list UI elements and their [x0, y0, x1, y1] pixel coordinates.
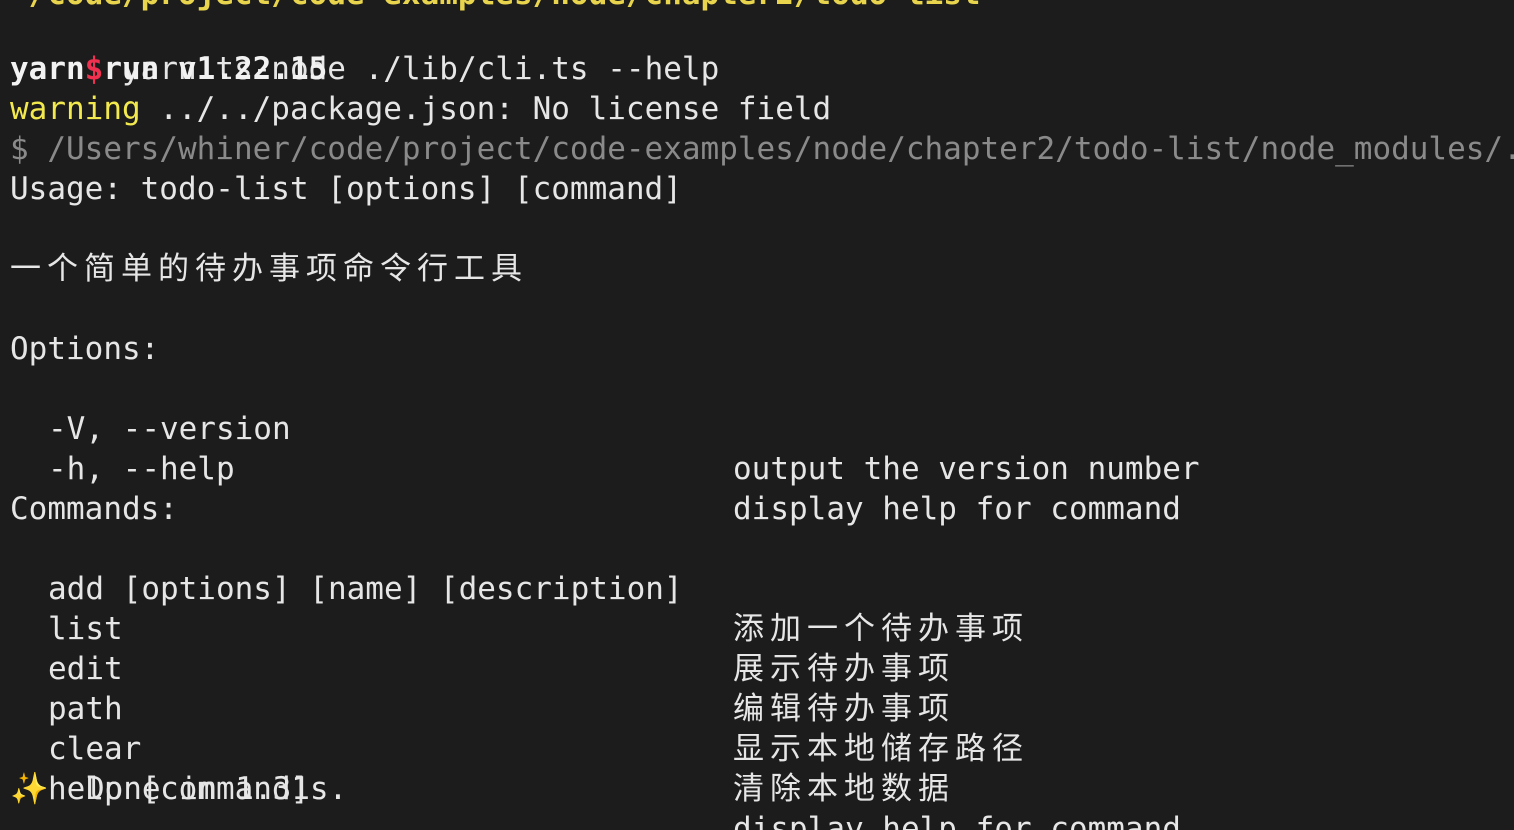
command-row: add [options] [name] [description] 添加一个待… [0, 529, 1514, 647]
command-row: clear 清除本地数据 [0, 689, 1514, 807]
sparkle-icon: ✨ [10, 771, 49, 807]
command-row: path 显示本地储存路径 [0, 649, 1514, 767]
warning-text: ../../package.json: No license field [140, 91, 832, 127]
warning-line: warning ../../package.json: No license f… [10, 89, 831, 129]
usage-line: Usage: todo-list [options] [command] [10, 171, 682, 207]
option-flag: -h, --help [48, 451, 235, 487]
terminal-window[interactable]: ~/code/project/code-examples/node/chapte… [0, 0, 1514, 830]
option-row: -V, --version output the version number [0, 369, 1514, 487]
command-row: help [command] display help for command [0, 729, 1514, 830]
warning-label: warning [10, 91, 141, 127]
command-row: list 展示待办事项 [0, 569, 1514, 687]
option-row: -h, --help display help for command [0, 409, 1514, 527]
command-desc: 清除本地数据 [733, 771, 955, 807]
command-row: edit 编辑待办事项 [0, 609, 1514, 727]
option-desc: display help for command [733, 491, 1181, 527]
commands-header: Commands: [10, 491, 178, 527]
exec-line: $ /Users/whiner/code/project/code-exampl… [10, 131, 1514, 167]
done-text: Done in 1.31s. [85, 771, 348, 807]
command-line: $ yarn ts-node ./lib/cli.ts --help [10, 9, 720, 87]
yarn-version-line: yarn run v1.22.15 [10, 51, 328, 87]
option-desc: output the version number [733, 451, 1200, 487]
description-line: 一个简单的待办事项命令行工具 [10, 251, 528, 287]
done-line: ✨ Done in 1.31s. [10, 769, 347, 809]
options-header: Options: [10, 331, 160, 367]
command-desc: display help for command [733, 811, 1181, 830]
